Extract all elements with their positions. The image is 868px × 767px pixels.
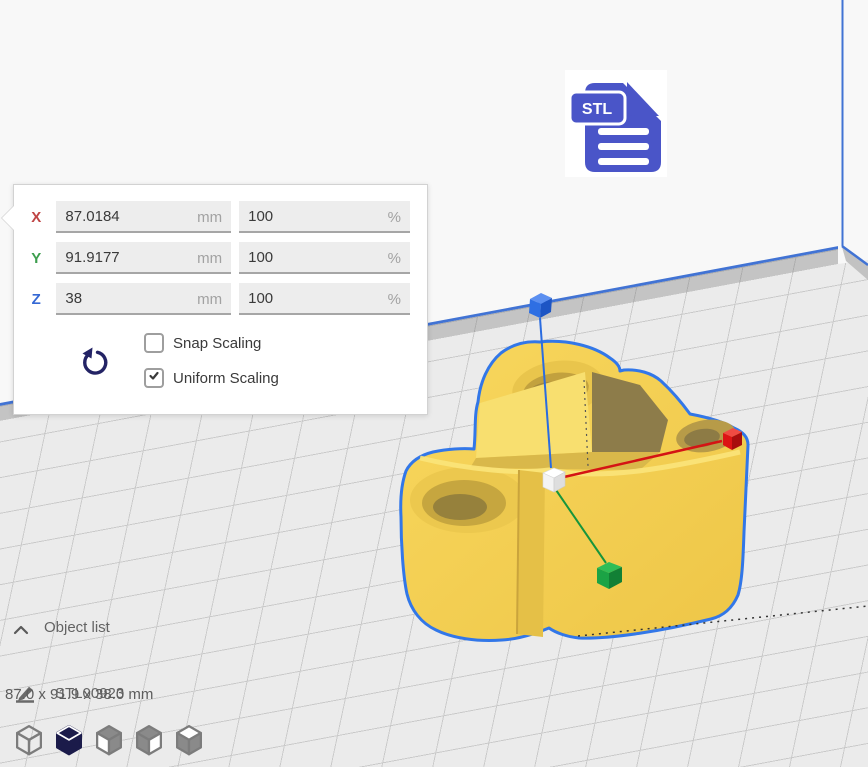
z-size-input[interactable]	[56, 283, 231, 315]
folded-corner	[627, 82, 659, 116]
text-line	[598, 143, 649, 150]
view-left-button[interactable]	[94, 724, 124, 757]
x-axis-label: X	[29, 209, 43, 226]
scale-tool-panel: X mm % Y mm %	[13, 184, 428, 415]
cube-solid-icon	[54, 745, 84, 760]
scale-row-y: Y mm %	[29, 242, 410, 274]
object-list-panel: Object list STL00923 87.0 x 91.9 x 38.0 …	[0, 616, 280, 767]
view-3d-button[interactable]	[14, 724, 44, 757]
scale-row-x: X mm %	[29, 201, 410, 233]
y-size-input[interactable]	[56, 242, 231, 274]
checkmark-icon	[148, 369, 160, 387]
uniform-scaling-option[interactable]: Uniform Scaling	[144, 368, 279, 388]
snap-scaling-checkbox[interactable]	[144, 333, 164, 353]
snap-scaling-label: Snap Scaling	[173, 335, 261, 352]
uniform-scaling-label: Uniform Scaling	[173, 370, 279, 387]
view-right-button[interactable]	[134, 724, 164, 757]
rotate-counterclockwise-icon	[79, 367, 109, 382]
cube-wireframe-icon	[14, 745, 44, 760]
view-toolbar	[14, 724, 204, 757]
collapse-chevron-icon[interactable]	[13, 623, 29, 641]
model-stl00923[interactable]	[401, 341, 868, 640]
text-line	[598, 128, 649, 135]
z-axis-label: Z	[29, 291, 43, 308]
view-front-button-active[interactable]	[54, 724, 84, 757]
stl-file-icon: STL	[565, 70, 667, 177]
uniform-scaling-checkbox[interactable]	[144, 368, 164, 388]
left-cylinder-shadow	[433, 494, 487, 520]
reset-scale-button[interactable]	[79, 343, 109, 379]
object-list-item[interactable]: STL00923	[0, 648, 200, 676]
y-percent-input[interactable]	[239, 242, 410, 274]
panel-pointer-notch	[2, 206, 14, 230]
x-size-input[interactable]	[56, 201, 231, 233]
cube-left-face-icon	[94, 745, 124, 760]
cube-top-face-icon	[174, 745, 204, 760]
object-list-title: Object list	[44, 619, 110, 636]
y-axis-label: Y	[29, 250, 43, 267]
z-scale-handle[interactable]	[529, 293, 552, 318]
x-percent-input[interactable]	[239, 201, 410, 233]
z-percent-input[interactable]	[239, 283, 410, 315]
stl-badge-label: STL	[582, 101, 612, 118]
front-groove	[517, 470, 545, 637]
snap-scaling-option[interactable]: Snap Scaling	[144, 333, 279, 353]
scale-row-z: Z mm %	[29, 283, 410, 315]
object-dimensions: 87.0 x 91.9 x 38.0 mm	[5, 686, 153, 703]
cura-3d-viewport: STL X mm % Y	[0, 0, 868, 767]
cube-right-face-icon	[134, 745, 164, 760]
view-top-button[interactable]	[174, 724, 204, 757]
text-line	[598, 158, 649, 165]
